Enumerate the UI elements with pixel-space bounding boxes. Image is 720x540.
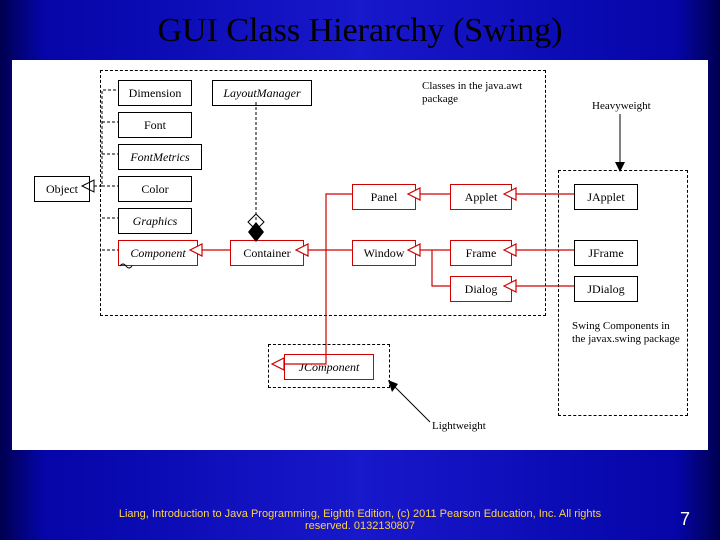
box-applet: Applet: [450, 184, 512, 210]
label-awt: Classes in the java.awt package: [422, 80, 542, 105]
label-heavyweight: Heavyweight: [592, 100, 651, 113]
box-object: Object: [34, 176, 90, 202]
page-title: GUI Class Hierarchy (Swing): [0, 12, 720, 50]
box-color: Color: [118, 176, 192, 202]
box-jframe: JFrame: [574, 240, 638, 266]
footer-text: Liang, Introduction to Java Programming,…: [100, 508, 620, 532]
page-number: 7: [680, 509, 690, 530]
box-jdialog: JDialog: [574, 276, 638, 302]
box-dialog: Dialog: [450, 276, 512, 302]
label-lightweight: Lightweight: [432, 420, 486, 433]
box-container: Container: [230, 240, 304, 266]
diagram-canvas: Classes in the java.awt package Heavywei…: [12, 60, 708, 450]
box-window: Window: [352, 240, 416, 266]
box-jcomponent: JComponent: [284, 354, 374, 380]
box-graphics: Graphics: [118, 208, 192, 234]
box-panel: Panel: [352, 184, 416, 210]
slide-root: GUI Class Hierarchy (Swing) Classes in t…: [0, 0, 720, 540]
box-frame: Frame: [450, 240, 512, 266]
box-component: Component: [118, 240, 198, 266]
box-fontmetrics: FontMetrics: [118, 144, 202, 170]
box-dimension: Dimension: [118, 80, 192, 106]
box-layoutmanager: LayoutManager: [212, 80, 312, 106]
box-japplet: JApplet: [574, 184, 638, 210]
label-swing: Swing Components in the javax.swing pack…: [572, 320, 682, 345]
box-font: Font: [118, 112, 192, 138]
